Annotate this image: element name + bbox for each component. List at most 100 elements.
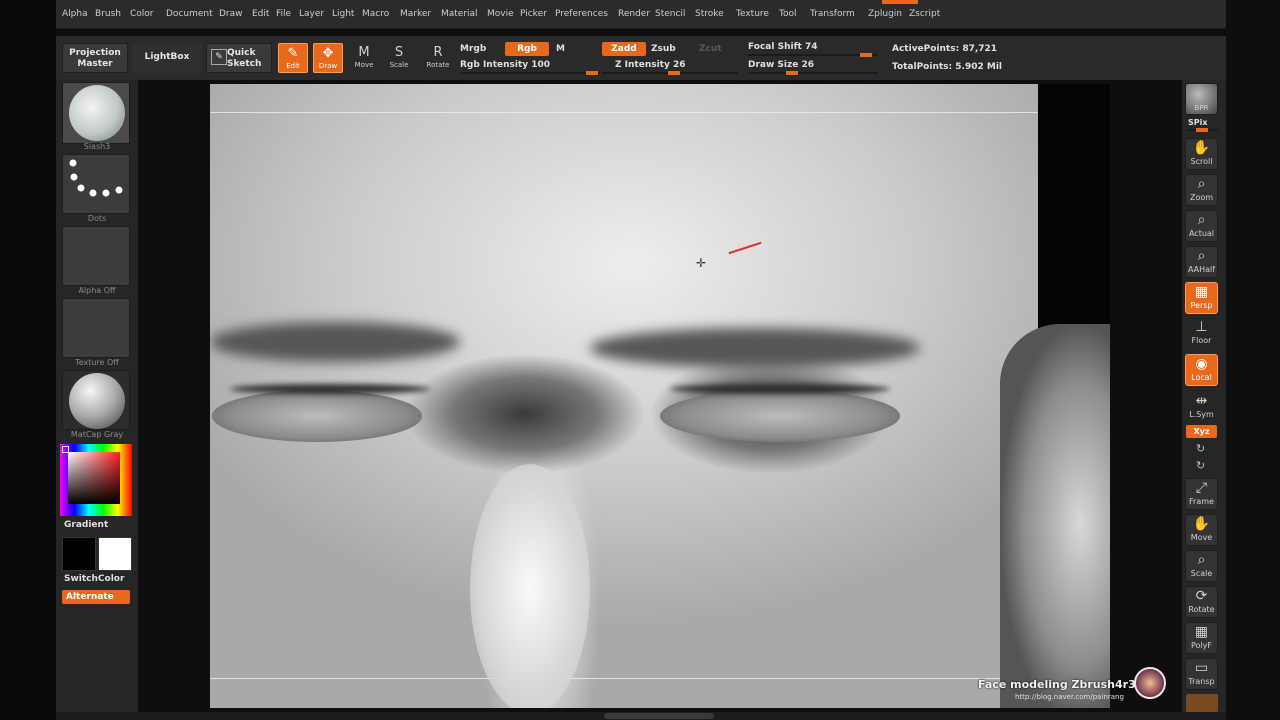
draw-size-handle[interactable] (786, 71, 798, 75)
z-intensity-handle[interactable] (668, 71, 680, 75)
focal-shift-label[interactable]: Focal Shift 74 (748, 42, 817, 52)
persp-button[interactable]: ▦ Persp (1185, 282, 1218, 314)
draw-size-slider[interactable] (748, 71, 878, 75)
material-thumbnail[interactable] (62, 370, 130, 430)
menu-render[interactable]: Render (618, 9, 650, 19)
zsub-toggle[interactable]: Zsub (651, 44, 676, 54)
aahalf-button[interactable]: ⌕ AAHalf (1185, 246, 1218, 278)
local-button[interactable]: ◉ Local (1185, 354, 1218, 386)
menu-movie[interactable]: Movie (487, 9, 514, 19)
rgb-intensity-label[interactable]: Rgb Intensity 100 (460, 60, 550, 70)
transp-button[interactable]: ▭ Transp (1185, 658, 1218, 690)
menu-edit[interactable]: Edit (252, 9, 269, 19)
total-points-value: 5.902 Mil (955, 62, 1002, 72)
spix-handle[interactable] (1196, 128, 1208, 132)
secondary-color-swatch[interactable] (98, 537, 132, 571)
menu-light[interactable]: Light (332, 9, 354, 19)
left-brow-shadow (210, 322, 460, 362)
spix-slider[interactable] (1186, 128, 1218, 132)
material-name: MatCap Gray (70, 430, 124, 439)
move-view-button[interactable]: ✋ Move (1185, 514, 1218, 546)
left-eye (212, 390, 422, 442)
gradient-toggle[interactable]: Gradient (64, 520, 108, 530)
rotate-view-button[interactable]: ⟳ Rotate (1185, 586, 1218, 618)
scroll-button[interactable]: ✋ Scroll (1185, 138, 1218, 170)
menu-stencil[interactable]: Stencil (655, 9, 685, 19)
frame-label: Frame (1189, 497, 1214, 506)
mrgb-toggle[interactable]: Mrgb (460, 44, 486, 54)
main-color-swatch[interactable] (62, 537, 96, 571)
total-points: TotalPoints: 5.902 Mil (892, 62, 1002, 72)
menu-texture[interactable]: Texture (736, 9, 769, 19)
z-intensity-label[interactable]: Z Intensity 26 (615, 60, 686, 70)
stroke-thumbnail[interactable] (62, 154, 130, 214)
rgb-intensity-handle[interactable] (586, 71, 598, 75)
menu-tool[interactable]: Tool (779, 9, 796, 19)
menu-brush[interactable]: Brush (95, 9, 121, 19)
document-canvas[interactable]: ✛ (210, 84, 1110, 708)
menu-material[interactable]: Material (441, 9, 478, 19)
switch-color-button[interactable]: SwitchColor (64, 574, 124, 584)
rotate-z-icon[interactable]: ↻ (1196, 459, 1205, 472)
z-intensity-slider[interactable] (602, 71, 738, 75)
menu-preferences[interactable]: Preferences (555, 9, 608, 19)
rotate-y-icon[interactable]: ↻ (1196, 442, 1205, 455)
menu-zscript[interactable]: Zscript (909, 9, 940, 19)
rotate-view-icon: ⟳ (1195, 588, 1208, 604)
frame-button[interactable]: ⤢ Frame (1185, 478, 1218, 510)
brush-cursor-icon: ✛ (696, 256, 707, 270)
move-tool-button[interactable]: M Move (349, 43, 379, 73)
menu-picker[interactable]: Picker (520, 9, 547, 19)
menu-draw[interactable]: Draw (219, 9, 243, 19)
alternate-button[interactable]: Alternate (62, 590, 130, 604)
texture-thumbnail[interactable] (62, 298, 130, 358)
persp-icon: ▦ (1194, 284, 1209, 300)
focal-shift-slider[interactable] (748, 53, 878, 57)
bottom-tray-handle[interactable] (604, 713, 714, 719)
actual-button[interactable]: ⌕ Actual (1185, 210, 1218, 242)
zoom-button[interactable]: ⌕ Zoom (1185, 174, 1218, 206)
scale-tool-button[interactable]: S Scale (384, 43, 414, 73)
menu-file[interactable]: File (276, 9, 291, 19)
polyf-button[interactable]: ▦ PolyF (1185, 622, 1218, 654)
rgb-toggle[interactable]: Rgb (505, 42, 549, 56)
quick-sketch-button[interactable]: ✎ Quick Sketch (206, 43, 272, 73)
focal-shift-handle[interactable] (860, 53, 872, 57)
menu-zplugin[interactable]: Zplugin (868, 9, 902, 19)
draw-tool-button[interactable]: ✥ Draw (313, 43, 343, 73)
brush-thumbnail[interactable] (62, 82, 130, 144)
menu-alpha[interactable]: Alpha (62, 9, 88, 19)
edit-tool-button[interactable]: ✎ Edit (278, 43, 308, 73)
menu-color[interactable]: Color (130, 9, 154, 19)
menu-document[interactable]: Document (166, 9, 213, 19)
xyz-button[interactable]: Xyz (1186, 425, 1217, 438)
menu-stroke[interactable]: Stroke (695, 9, 724, 19)
z-intensity-name: Z Intensity (615, 60, 670, 70)
menu-transform[interactable]: Transform (810, 9, 855, 19)
rotate-tool-button[interactable]: R Rotate (423, 43, 453, 73)
projection-master-button[interactable]: Projection Master (62, 43, 128, 73)
ghost-button[interactable] (1186, 694, 1218, 712)
color-picker[interactable] (60, 444, 132, 516)
bpr-button[interactable]: BPR (1185, 83, 1218, 115)
m-toggle[interactable]: M (556, 44, 565, 54)
color-square[interactable] (68, 452, 120, 504)
watermark-url: http://blog.naver.com/painrang (1015, 693, 1124, 701)
lsym-button[interactable]: ⇹ L.Sym (1185, 392, 1218, 420)
actual-icon: ⌕ (1197, 212, 1206, 228)
alpha-thumbnail[interactable] (62, 226, 130, 286)
draw-size-label[interactable]: Draw Size 26 (748, 60, 814, 70)
menu-marker[interactable]: Marker (400, 9, 431, 19)
floor-button[interactable]: ⊥ Floor (1185, 318, 1218, 350)
zadd-toggle[interactable]: Zadd (602, 42, 646, 56)
zcut-toggle[interactable]: Zcut (699, 44, 722, 54)
menu-macro[interactable]: Macro (362, 9, 389, 19)
scale-view-button[interactable]: ⌕ Scale (1185, 550, 1218, 582)
rgb-intensity-slider[interactable] (460, 71, 600, 75)
stroke-trace (728, 241, 762, 255)
lightbox-button[interactable]: LightBox (132, 43, 202, 73)
color-picker-cursor[interactable] (62, 446, 69, 453)
menu-layer[interactable]: Layer (299, 9, 324, 19)
alpha-name: Alpha Off (78, 286, 116, 295)
aahalf-icon: ⌕ (1197, 248, 1206, 264)
